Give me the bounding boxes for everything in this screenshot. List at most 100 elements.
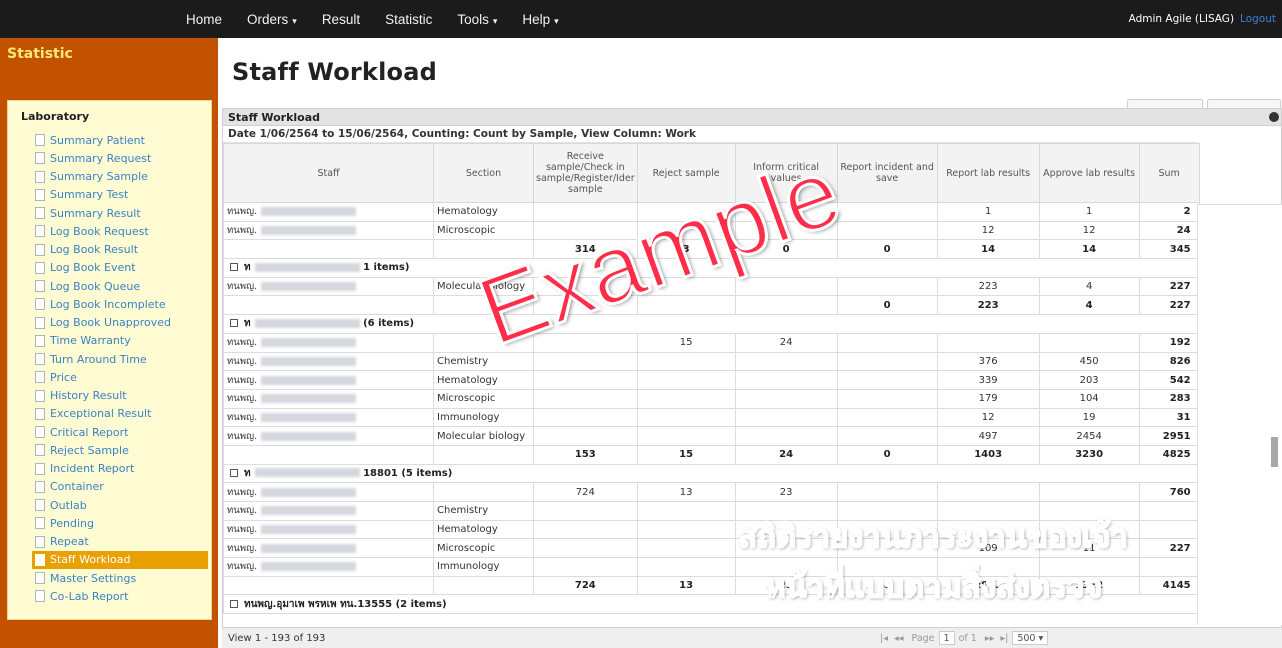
value-cell bbox=[836, 276, 938, 297]
sidebar: Statistic Laboratory Summary Patient Summ… bbox=[0, 38, 218, 648]
sidebar-item-outlab[interactable]: Outlab bbox=[8, 496, 211, 514]
prev-page-icon[interactable]: ◂◂ bbox=[894, 633, 904, 644]
sum-cell: 192 bbox=[1138, 332, 1200, 353]
sidebar-item-summary-request[interactable]: Summary Request bbox=[8, 149, 211, 167]
sidebar-item-log-book-request[interactable]: Log Book Request bbox=[8, 222, 211, 240]
sidebar-item-turn-around-time[interactable]: Turn Around Time bbox=[8, 350, 211, 368]
first-page-icon[interactable]: |◂ bbox=[880, 633, 888, 644]
sidebar-item-staff-workload[interactable]: Staff Workload bbox=[32, 550, 208, 569]
collapse-group-icon[interactable] bbox=[230, 468, 238, 477]
sidebar-item-summary-patient[interactable]: Summary Patient bbox=[8, 131, 211, 149]
value-cell bbox=[533, 557, 638, 577]
record-count: View 1 - 193 of 193 bbox=[228, 632, 326, 644]
sidebar-item-reject-sample[interactable]: Reject Sample bbox=[8, 441, 211, 459]
value-cell: 1 bbox=[936, 202, 1040, 222]
collapse-group-icon[interactable] bbox=[230, 599, 238, 608]
nav-result-label: Result bbox=[321, 11, 361, 27]
page-input[interactable]: 1 bbox=[938, 631, 955, 645]
value-cell bbox=[936, 482, 1040, 502]
last-page-icon[interactable]: ▸| bbox=[1000, 633, 1008, 644]
logout-link[interactable]: Logout bbox=[1240, 13, 1276, 25]
sidebar-item-label: Staff Workload bbox=[50, 553, 131, 567]
sidebar-item-critical-report[interactable]: Critical Report bbox=[8, 423, 211, 441]
nav-orders[interactable]: Orders ▾ bbox=[247, 12, 297, 27]
sidebar-item-log-book-unapproved[interactable]: Log Book Unapproved bbox=[8, 314, 211, 332]
table-row: ทนพญ. Chemistry 376 450 826 bbox=[223, 351, 1200, 372]
collapse-group-icon[interactable] bbox=[230, 263, 238, 272]
sidebar-item-container[interactable]: Container bbox=[8, 478, 211, 496]
redacted-name bbox=[261, 375, 357, 385]
document-icon bbox=[35, 444, 45, 457]
column-header[interactable]: Receive sample/Check in sample/Register/… bbox=[533, 143, 638, 203]
group-row[interactable]: ท 18801 (5 items) bbox=[223, 463, 1200, 484]
column-header[interactable]: Staff bbox=[223, 143, 434, 203]
value-cell: 24 bbox=[734, 444, 838, 465]
sidebar-item-summary-sample[interactable]: Summary Sample bbox=[8, 168, 211, 186]
column-header[interactable]: Sum bbox=[1138, 143, 1200, 203]
nav-statistic[interactable]: Statistic bbox=[385, 12, 432, 27]
value-cell: 0 bbox=[836, 239, 938, 260]
sidebar-item-history-result[interactable]: History Result bbox=[8, 387, 211, 405]
group-row[interactable]: ท (6 items) bbox=[223, 314, 1200, 334]
column-header[interactable]: Report incident and save bbox=[836, 143, 938, 203]
staff-title: ทนพญ. bbox=[227, 486, 258, 498]
value-cell: 0 bbox=[836, 295, 938, 316]
value-cell bbox=[636, 407, 736, 428]
document-icon bbox=[35, 462, 45, 475]
sidebar-item-pending[interactable]: Pending bbox=[8, 514, 211, 532]
sum-cell: 345 bbox=[1138, 239, 1200, 260]
section-cell: Hematology bbox=[433, 519, 534, 540]
group-suffix: 18801 (5 items) bbox=[363, 467, 453, 479]
grid-scroll-area bbox=[1197, 205, 1282, 625]
sidebar-item-price[interactable]: Price bbox=[8, 368, 211, 386]
sidebar-item-time-warranty[interactable]: Time Warranty bbox=[8, 332, 211, 350]
collapse-group-icon[interactable] bbox=[230, 319, 238, 328]
page-label: Page bbox=[911, 632, 935, 644]
sidebar-item-label: Exceptional Result bbox=[50, 407, 152, 421]
next-page-icon[interactable]: ▸▸ bbox=[985, 633, 995, 644]
subtotal-row: 153 15 24 0 1403 3230 4825 bbox=[223, 444, 1200, 465]
sidebar-item-log-book-event[interactable]: Log Book Event bbox=[8, 259, 211, 277]
subtotal-row: 0 0 223 4 227 bbox=[223, 295, 1200, 316]
sidebar-item-log-book-incomplete[interactable]: Log Book Incomplete bbox=[8, 295, 211, 313]
document-icon bbox=[35, 590, 45, 603]
value-cell bbox=[1038, 332, 1140, 353]
sidebar-item-exceptional-result[interactable]: Exceptional Result bbox=[8, 405, 211, 423]
document-icon bbox=[35, 553, 45, 566]
sidebar-item-summary-result[interactable]: Summary Result bbox=[8, 204, 211, 222]
sidebar-item-incident-report[interactable]: Incident Report bbox=[8, 460, 211, 478]
page-size-select[interactable]: 500 ▾ bbox=[1012, 631, 1049, 645]
sum-cell: 283 bbox=[1138, 388, 1200, 409]
vertical-scrollbar-thumb[interactable] bbox=[1271, 437, 1278, 467]
nav-help[interactable]: Help ▾ bbox=[522, 12, 558, 27]
nav-result[interactable]: Result bbox=[322, 12, 360, 27]
sidebar-item-label: Pending bbox=[50, 516, 94, 530]
sidebar-item-label: Outlab bbox=[50, 498, 87, 512]
value-cell: 724 bbox=[533, 482, 638, 502]
collapse-icon[interactable] bbox=[1269, 112, 1279, 122]
value-cell bbox=[636, 501, 736, 521]
section-cell bbox=[433, 575, 534, 596]
nav-statistic-label: Statistic bbox=[385, 11, 433, 27]
nav-tools[interactable]: Tools ▾ bbox=[457, 12, 497, 27]
staff-cell: ทนพญ. bbox=[223, 519, 434, 540]
sidebar-item-label: Reject Sample bbox=[50, 443, 129, 457]
sidebar-item-log-book-queue[interactable]: Log Book Queue bbox=[8, 277, 211, 295]
sidebar-item-label: Log Book Event bbox=[50, 261, 136, 275]
sidebar-item-summary-test[interactable]: Summary Test bbox=[8, 186, 211, 204]
nav-home[interactable]: Home bbox=[186, 12, 222, 27]
staff-cell: ทนพญ. bbox=[223, 557, 434, 577]
sidebar-item-log-book-result[interactable]: Log Book Result bbox=[8, 241, 211, 259]
table-row: ทนพญ. Molecular biology 497 2454 2951 bbox=[223, 426, 1200, 446]
document-icon bbox=[35, 517, 45, 530]
value-cell: 1 bbox=[1038, 202, 1140, 222]
sidebar-group-laboratory: Laboratory bbox=[21, 110, 90, 123]
sidebar-item-repeat[interactable]: Repeat bbox=[8, 533, 211, 551]
column-header[interactable]: Approve lab results bbox=[1038, 143, 1140, 203]
sidebar-item-master-settings[interactable]: Master Settings bbox=[8, 569, 211, 587]
sidebar-item-co-lab-report[interactable]: Co-Lab Report bbox=[8, 587, 211, 605]
value-cell: 12 bbox=[936, 407, 1040, 428]
staff-title: ทนพญ. bbox=[227, 393, 258, 405]
column-header[interactable]: Section bbox=[433, 143, 534, 203]
column-header[interactable]: Report lab results bbox=[936, 143, 1040, 203]
